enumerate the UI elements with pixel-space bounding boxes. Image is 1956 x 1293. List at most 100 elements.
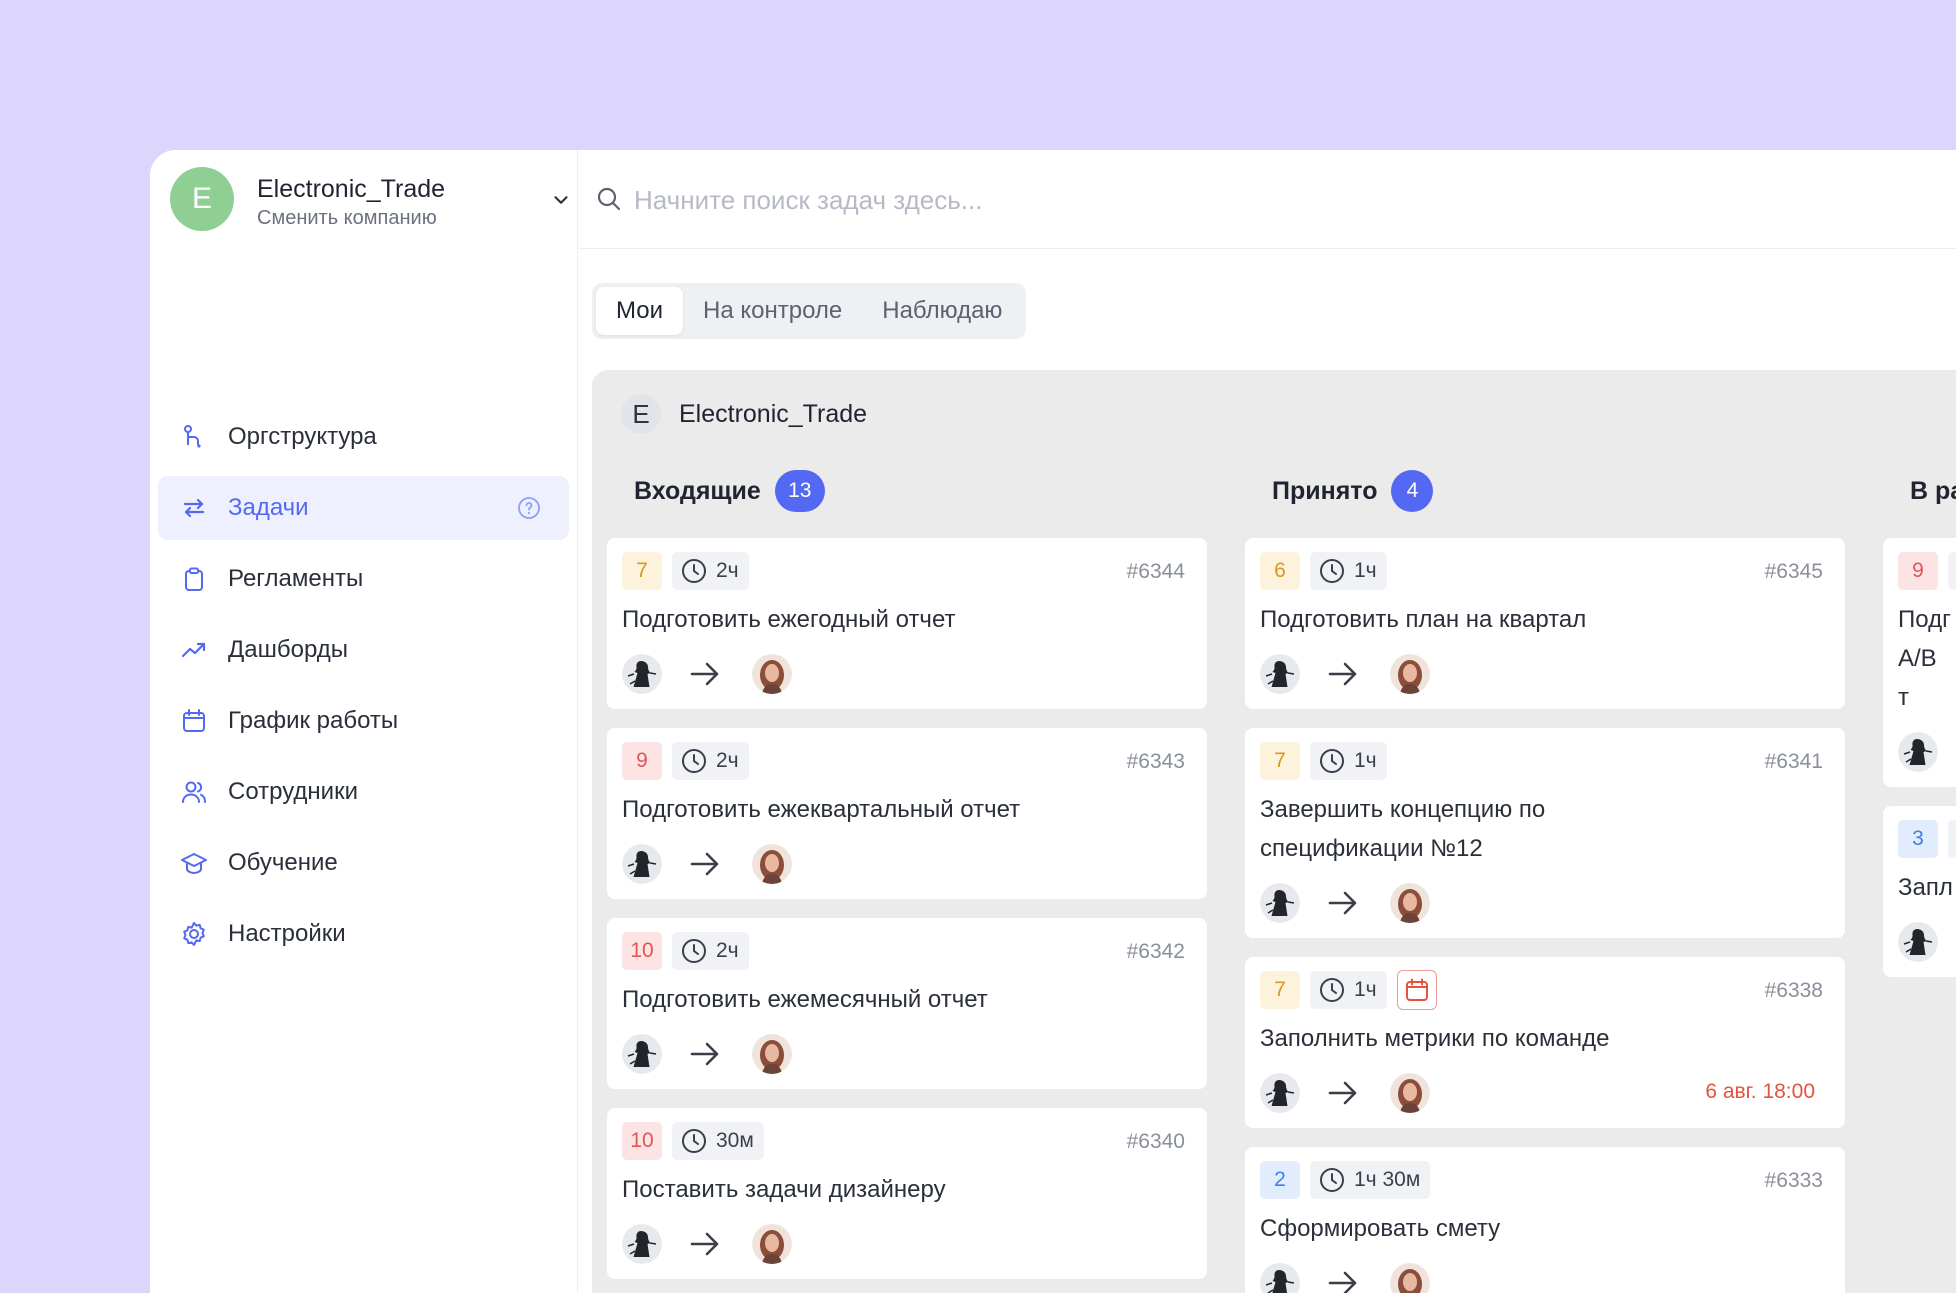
task-card[interactable]: 10 30м #6340 Поставить задачи дизайнеру xyxy=(607,1108,1207,1279)
sidebar-item-label: Настройки xyxy=(228,920,346,947)
priority-badge: 10 xyxy=(622,1122,662,1160)
filter-tabs: Мои На контроле Наблюдаю xyxy=(592,283,1027,339)
task-card[interactable]: 7 2ч #6344 Подготовить ежегодный отчет xyxy=(607,538,1207,709)
duration-text: 1ч xyxy=(1354,559,1377,582)
sidebar-item-regulations[interactable]: Регламенты xyxy=(158,547,569,611)
task-id: #6340 xyxy=(1126,1130,1185,1153)
board-company-avatar: E xyxy=(621,394,661,434)
clock-icon xyxy=(1320,978,1344,1002)
task-card[interactable]: 6 1ч #6345 Подготовить план на квартал xyxy=(1245,538,1845,709)
task-card[interactable]: 9 2ч #6343 Подготовить ежеквартальный от… xyxy=(607,728,1207,899)
task-id: #6342 xyxy=(1126,940,1185,963)
app-window: E Electronic_Trade Сменить компанию Оргс… xyxy=(150,150,1956,1293)
chevron-down-icon[interactable] xyxy=(550,189,572,211)
priority-badge: 7 xyxy=(1260,742,1300,780)
duration-text: 30м xyxy=(716,1129,754,1152)
assignee-avatar[interactable] xyxy=(752,844,792,884)
priority-badge: 10 xyxy=(622,932,662,970)
clock-icon xyxy=(682,559,706,583)
sidebar-item-org-structure[interactable]: Оргструктура xyxy=(158,405,569,469)
deadline-date: 6 авг. 18:00 xyxy=(1705,1080,1815,1103)
assignee-avatar[interactable] xyxy=(1390,654,1430,694)
task-title: Сформировать смету xyxy=(1260,1215,1501,1242)
priority-badge: 9 xyxy=(622,742,662,780)
sidebar-item-label: Сотрудники xyxy=(228,778,358,805)
sidebar-item-label: Оргструктура xyxy=(228,423,377,450)
author-avatar[interactable] xyxy=(622,1034,662,1074)
task-card[interactable]: 7 1ч #6341 Завершить концепцию по специф… xyxy=(1245,728,1845,938)
column-incoming: Входящие 13 7 2ч #6344 Подготовить ежего… xyxy=(607,463,1207,1293)
duration-badge xyxy=(1948,820,1956,858)
task-card[interactable]: 3 Запл xyxy=(1883,806,1956,977)
author-avatar[interactable] xyxy=(622,1224,662,1264)
clock-icon xyxy=(682,939,706,963)
company-avatar: E xyxy=(170,167,234,231)
column-header: В ра xyxy=(1883,463,1956,519)
sidebar-item-learning[interactable]: Обучение xyxy=(158,831,569,895)
sidebar-item-label: Дашборды xyxy=(228,636,348,663)
task-title: Подготовить ежеквартальный отчет xyxy=(622,796,1021,823)
assignee-avatar[interactable] xyxy=(1390,1073,1430,1113)
column-in-progress: В ра 9 Подг A/B т xyxy=(1883,463,1956,996)
author-avatar[interactable] xyxy=(1260,654,1300,694)
task-title: Завершить концепцию по спецификации №12 xyxy=(1260,796,1546,862)
switch-company-link[interactable]: Сменить компанию xyxy=(257,207,437,230)
graduation-cap-icon xyxy=(180,849,208,877)
sidebar-item-schedule[interactable]: График работы xyxy=(158,689,569,753)
sidebar-item-label: Обучение xyxy=(228,849,338,876)
trend-chart-icon xyxy=(180,636,208,664)
sidebar-item-tasks[interactable]: Задачи xyxy=(158,476,569,540)
search-input[interactable] xyxy=(632,176,1436,224)
sidebar-nav: Оргструктура Задачи Регламенты Дашборды … xyxy=(158,405,569,973)
column-header: Входящие 13 xyxy=(607,463,1207,519)
help-icon[interactable] xyxy=(517,496,541,520)
task-card[interactable]: 10 2ч #6342 Подготовить ежемесячный отче… xyxy=(607,918,1207,1089)
author-avatar[interactable] xyxy=(1260,883,1300,923)
clock-icon xyxy=(1320,559,1344,583)
priority-badge: 3 xyxy=(1898,820,1938,858)
tab-on-control[interactable]: На контроле xyxy=(683,287,862,335)
tab-mine[interactable]: Мои xyxy=(596,287,684,335)
kanban-board: E Electronic_Trade Входящие 13 7 2ч #634… xyxy=(592,370,1956,1293)
calendar-icon xyxy=(180,707,208,735)
duration-badge: 1ч xyxy=(1310,552,1387,590)
column-count-badge: 4 xyxy=(1391,470,1434,512)
column-title: В ра xyxy=(1910,476,1956,505)
sidebar-item-dashboards[interactable]: Дашборды xyxy=(158,618,569,682)
duration-badge: 2ч xyxy=(672,742,749,780)
deadline-calendar-badge[interactable] xyxy=(1396,970,1437,1010)
sidebar-item-settings[interactable]: Настройки xyxy=(158,902,569,966)
search-bar xyxy=(578,150,1956,249)
duration-text: 1ч 30м xyxy=(1354,1168,1421,1191)
author-avatar[interactable] xyxy=(1898,922,1938,962)
task-card[interactable]: 2 1ч 30м #6333 Сформировать смету xyxy=(1245,1147,1845,1293)
assignee-avatar[interactable] xyxy=(1390,1263,1430,1293)
task-card[interactable]: 9 Подг A/B т xyxy=(1883,538,1956,787)
author-avatar[interactable] xyxy=(1260,1263,1300,1293)
duration-text: 2ч xyxy=(716,559,739,582)
author-avatar[interactable] xyxy=(1260,1073,1300,1113)
priority-badge: 2 xyxy=(1260,1161,1300,1199)
assignee-avatar[interactable] xyxy=(1390,883,1430,923)
clock-icon xyxy=(1320,749,1344,773)
author-avatar[interactable] xyxy=(1898,732,1938,772)
assignee-avatar[interactable] xyxy=(752,654,792,694)
arrow-right-icon xyxy=(690,662,719,686)
sidebar-item-employees[interactable]: Сотрудники xyxy=(158,760,569,824)
arrow-right-icon xyxy=(690,852,719,876)
priority-badge: 7 xyxy=(1260,971,1300,1009)
clock-icon xyxy=(682,749,706,773)
assignee-avatar[interactable] xyxy=(752,1034,792,1074)
assignee-avatar[interactable] xyxy=(752,1224,792,1264)
task-card[interactable]: 7 1ч #6338 Заполнить метрики по команде … xyxy=(1245,957,1845,1128)
task-id: #6345 xyxy=(1764,560,1823,583)
author-avatar[interactable] xyxy=(622,844,662,884)
board-title: Electronic_Trade xyxy=(679,399,868,428)
task-id: #6333 xyxy=(1764,1169,1823,1192)
company-switcher[interactable]: E Electronic_Trade Сменить компанию xyxy=(170,167,568,231)
clock-icon xyxy=(682,1129,706,1153)
sidebar-item-label: Регламенты xyxy=(228,565,364,592)
tab-watching[interactable]: Наблюдаю xyxy=(862,287,1022,335)
author-avatar[interactable] xyxy=(622,654,662,694)
arrow-right-icon xyxy=(1328,662,1357,686)
